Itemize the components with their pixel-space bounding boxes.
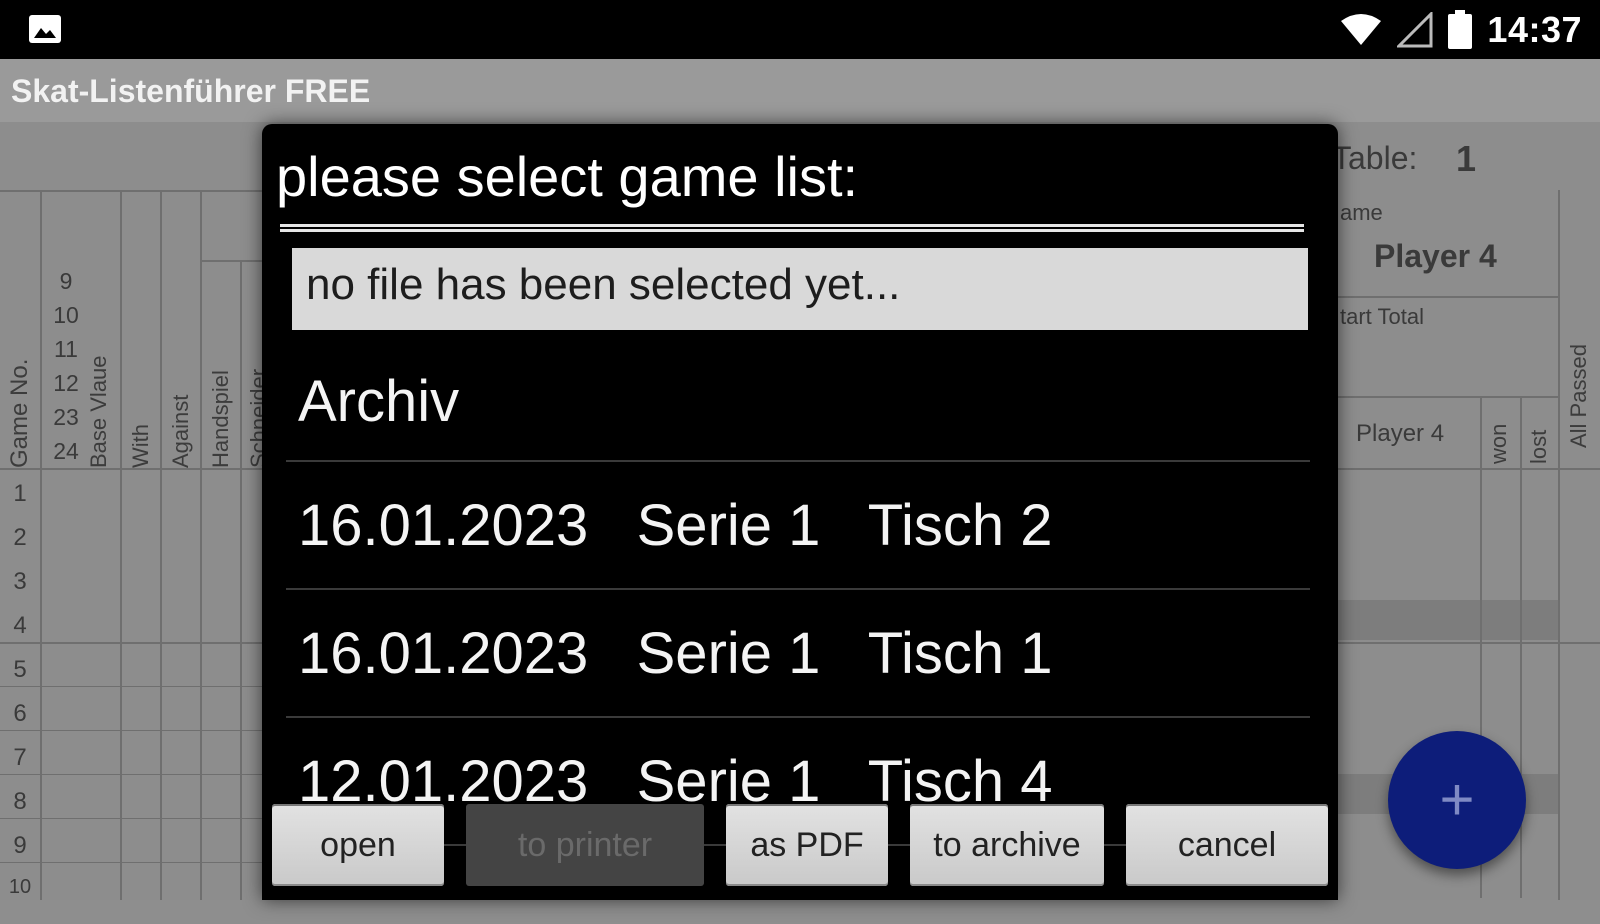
base-value: 23 [53,404,79,430]
app-title: Skat-Listenführer FREE [11,73,371,109]
player-name: Player 4 [1374,238,1497,274]
row-number: 6 [13,700,27,727]
header-all-passed: All Passed [1566,344,1591,448]
to-printer-button[interactable]: to printer [466,804,704,886]
grid-line [120,190,122,900]
header-lost: lost [1526,429,1551,464]
grid-line [1558,190,1560,900]
base-value: 10 [53,302,79,328]
base-value-list: 9 10 11 12 23 24 [48,264,84,468]
clock: 14:37 [1487,9,1582,50]
grid-line [0,818,262,819]
image-notification-icon [29,15,61,43]
grid-line [240,260,242,900]
grid-line [0,774,262,775]
grid-line [200,260,262,262]
grid-line [0,730,262,731]
header-with: With [128,424,153,468]
name-label: ame [1340,200,1383,225]
cell-signal-icon [1397,12,1433,48]
base-value: 12 [53,370,79,396]
list-item-label: 16.01.2023 Serie 1 Tisch 2 [298,493,1053,558]
base-value: 11 [54,336,78,362]
row-number: 2 [13,524,27,551]
row-number: 3 [13,568,27,595]
grid-line [160,190,162,900]
open-button[interactable]: open [272,804,444,886]
cancel-button[interactable]: cancel [1126,804,1328,886]
grid-line [0,862,262,863]
start-total-label: tart Total [1340,304,1424,329]
selected-file-text: no file has been selected yet... [306,260,901,309]
list-item-label: Archiv [298,369,460,434]
to-archive-button[interactable]: to archive [910,804,1104,886]
grid-line [1338,296,1558,298]
base-value: 9 [59,268,73,294]
selected-file-field: no file has been selected yet... [292,248,1308,330]
table-label: Table: [1332,140,1418,176]
header-game-no: Game No. [6,358,33,468]
list-item-label: 16.01.2023 Serie 1 Tisch 1 [298,621,1053,686]
row-number: 9 [13,832,27,859]
grid-line [1338,396,1558,398]
row-number: 7 [13,744,27,771]
list-item[interactable]: 16.01.2023 Serie 1 Tisch 1 [286,590,1310,718]
header-handspiel: Handspiel [208,370,233,468]
row-number: 8 [13,788,27,815]
as-pdf-button[interactable]: as PDF [726,804,888,886]
list-item-archive[interactable]: Archiv [286,334,1310,462]
grid-line [1338,468,1600,470]
grid-line [1338,642,1600,644]
list-item[interactable]: 16.01.2023 Serie 1 Tisch 2 [286,462,1310,590]
table-number: 1 [1456,138,1477,179]
select-game-list-dialog: please select game list: no file has bee… [262,124,1338,900]
player-column-header: Player 4 [1356,420,1445,447]
app-bar: Skat-Listenführer FREE [0,59,1600,122]
plus-icon: + [1439,766,1475,833]
row-number: 10 [8,876,32,898]
highlight-row [1338,600,1558,640]
dialog-divider [280,224,1304,232]
wifi-icon [1341,14,1382,45]
grid-line [200,190,202,900]
row-number: 1 [13,480,27,507]
grid-line [0,686,262,687]
grid-line [40,190,42,900]
dialog-button-bar: open to printer as PDF to archive cancel [262,804,1338,900]
base-value: 24 [53,438,79,464]
battery-icon [1448,10,1473,49]
row-number: 5 [13,656,27,683]
status-icons: 14:37 [1339,8,1582,52]
header-won: won [1486,423,1511,464]
status-bar: 14:37 [0,0,1600,59]
row-number: 4 [13,612,27,639]
add-game-button[interactable]: + [1388,731,1526,869]
header-against: Against [168,394,193,468]
header-base-value: Base Vlaue [86,355,111,468]
dialog-title: please select game list: [276,145,859,208]
